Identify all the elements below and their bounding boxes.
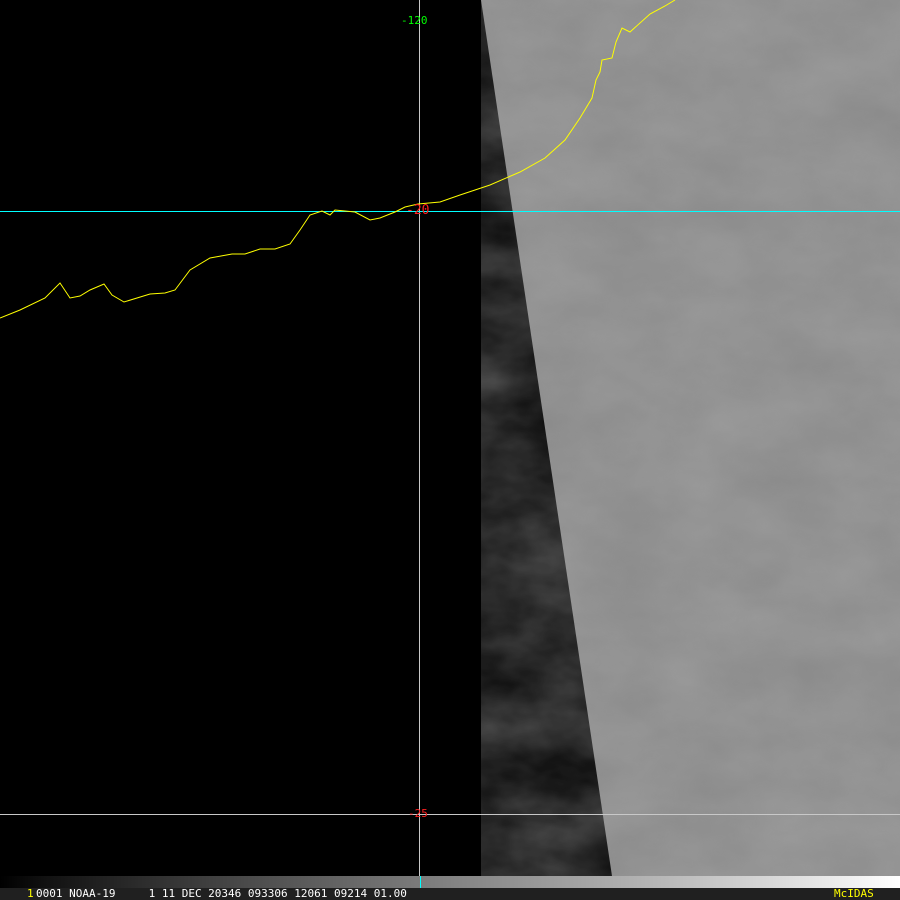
mcidas-brand: McIDAS — [834, 887, 874, 900]
frame-number: 1 — [27, 887, 34, 900]
longitude-label: -120 — [401, 14, 428, 27]
colorbar-cursor-mark — [420, 876, 421, 888]
satellite-image-viewer: -120 -20 -25 1 0001 NOAA-19 1 11 DEC 2034… — [0, 0, 900, 900]
map-canvas — [0, 0, 900, 876]
cloud-texture — [481, 0, 900, 876]
status-bar: 1 0001 NOAA-19 1 11 DEC 20346 093306 1206… — [0, 888, 900, 900]
latitude-label-25: -25 — [408, 807, 428, 820]
image-info: 0001 NOAA-19 1 11 DEC 20346 093306 12061… — [36, 887, 407, 900]
latitude-label-20: -20 — [406, 203, 430, 218]
